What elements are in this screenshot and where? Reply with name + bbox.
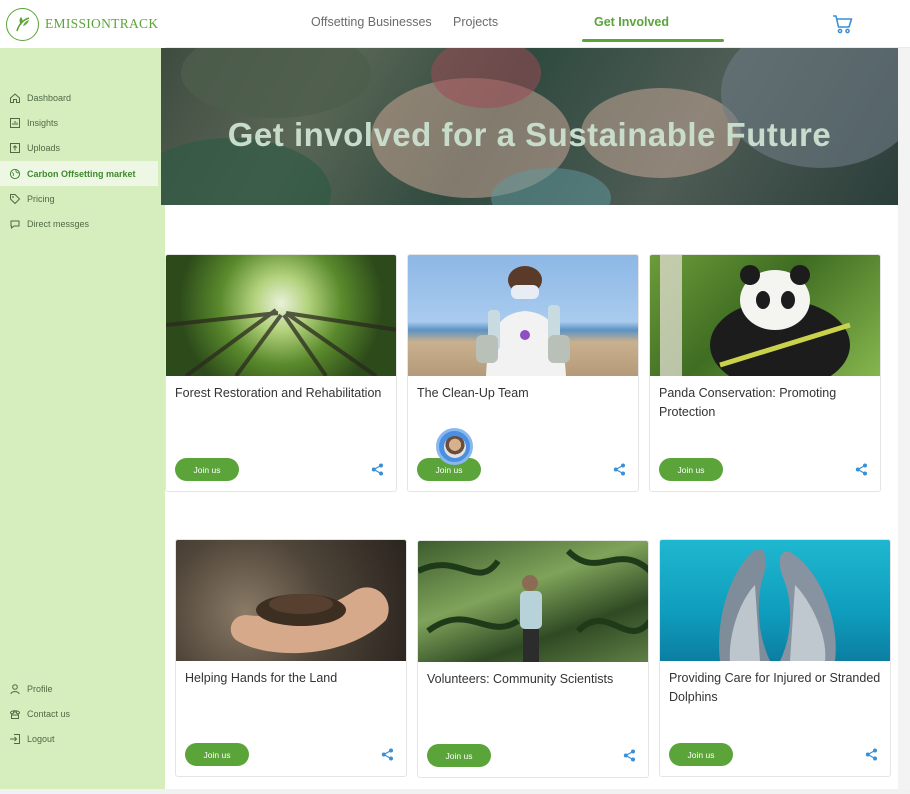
sidebar-nav: Dashboard Insights Uploads Carbon Offset… (0, 85, 165, 237)
sidebar-item-dashboard[interactable]: Dashboard (0, 85, 165, 110)
project-card-dolphins: Providing Care for Injured or Stranded D… (659, 539, 891, 777)
chat-icon (8, 218, 21, 231)
sidebar-item-pricing[interactable]: Pricing (0, 186, 165, 211)
sidebar-item-contact-us[interactable]: Contact us (0, 701, 165, 726)
cart-icon[interactable] (831, 12, 855, 36)
logo-text: EMISSIONTRACK (45, 16, 159, 31)
tab-get-involved[interactable]: Get Involved (594, 15, 669, 29)
chart-icon (8, 116, 21, 129)
sidebar-item-uploads[interactable]: Uploads (0, 136, 165, 161)
share-icon[interactable] (623, 749, 636, 762)
globe-icon (8, 167, 21, 180)
tab-projects[interactable]: Projects (453, 15, 498, 29)
beach-cleanup-image (408, 255, 638, 376)
tab-offsetting-businesses[interactable]: Offsetting Businesses (311, 15, 432, 29)
sidebar-item-direct-messages[interactable]: Direct messges (0, 211, 165, 236)
sidebar-item-label: Insights (27, 117, 59, 128)
top-navigation: Offsetting Businesses Projects Get Invol… (165, 0, 910, 48)
sidebar-item-label: Pricing (27, 193, 55, 204)
upload-icon (8, 142, 21, 155)
card-title: Volunteers: Community Scientists (427, 672, 614, 686)
logout-icon (8, 733, 21, 746)
sidebar: EMISSIONTRACK Dashboard Insights Uploads… (0, 0, 165, 789)
join-us-button[interactable]: Join us (659, 458, 723, 481)
scrollbar[interactable] (898, 48, 910, 789)
share-icon[interactable] (865, 748, 878, 761)
join-us-button[interactable]: Join us (669, 743, 733, 766)
cursor-avatar (436, 428, 473, 465)
join-us-button[interactable]: Join us (185, 743, 249, 766)
project-card-forest: Forest Restoration and Rehabilitation Jo… (165, 254, 397, 492)
dolphins-image (660, 540, 890, 661)
logo[interactable]: EMISSIONTRACK (0, 0, 165, 48)
project-card-panda: Panda Conservation: Promoting Protection… (649, 254, 881, 492)
card-title: The Clean-Up Team (417, 386, 529, 400)
share-icon[interactable] (855, 463, 868, 476)
tag-icon (8, 192, 21, 205)
sidebar-bottom-nav: Profile Contact us Logout (0, 676, 165, 752)
share-icon[interactable] (381, 748, 394, 761)
sidebar-item-label: Uploads (27, 143, 61, 154)
user-icon (8, 682, 21, 695)
hero-title: Get involved for a Sustainable Future (227, 116, 832, 153)
forest-canopy-image (166, 255, 396, 376)
phone-icon (8, 707, 21, 720)
home-icon (8, 91, 21, 104)
sidebar-item-label: Dashboard (27, 92, 72, 103)
sidebar-item-label: Carbon Offsetting market (27, 168, 136, 179)
sidebar-item-label: Profile (27, 683, 53, 694)
panda-image (650, 255, 880, 376)
hero-banner: Get involved for a Sustainable Future (161, 48, 898, 205)
sidebar-item-label: Direct messges (27, 219, 90, 230)
sidebar-item-label: Logout (27, 734, 55, 745)
greenhouse-image (418, 541, 648, 662)
avatar (443, 435, 466, 458)
join-us-button[interactable]: Join us (175, 458, 239, 481)
sidebar-item-label: Contact us (27, 708, 71, 719)
project-card-volunteers: Volunteers: Community Scientists Join us (417, 540, 649, 778)
active-tab-indicator (582, 39, 724, 42)
card-title: Forest Restoration and Rehabilitation (175, 386, 382, 400)
share-icon[interactable] (371, 463, 384, 476)
hands-soil-image (176, 540, 406, 661)
card-title: Providing Care for Injured or Stranded D… (669, 671, 881, 704)
leaf-logo-icon (6, 7, 39, 41)
sidebar-item-profile[interactable]: Profile (0, 676, 165, 701)
sidebar-item-logout[interactable]: Logout (0, 727, 165, 752)
card-title: Panda Conservation: Promoting Protection (659, 386, 837, 419)
sidebar-item-insights[interactable]: Insights (0, 110, 165, 135)
sidebar-item-carbon-offsetting-market[interactable]: Carbon Offsetting market (0, 160, 158, 187)
project-card-helping-hands: Helping Hands for the Land Join us (175, 539, 407, 777)
card-title: Helping Hands for the Land (185, 671, 338, 685)
join-us-button[interactable]: Join us (427, 744, 491, 767)
share-icon[interactable] (613, 463, 626, 476)
